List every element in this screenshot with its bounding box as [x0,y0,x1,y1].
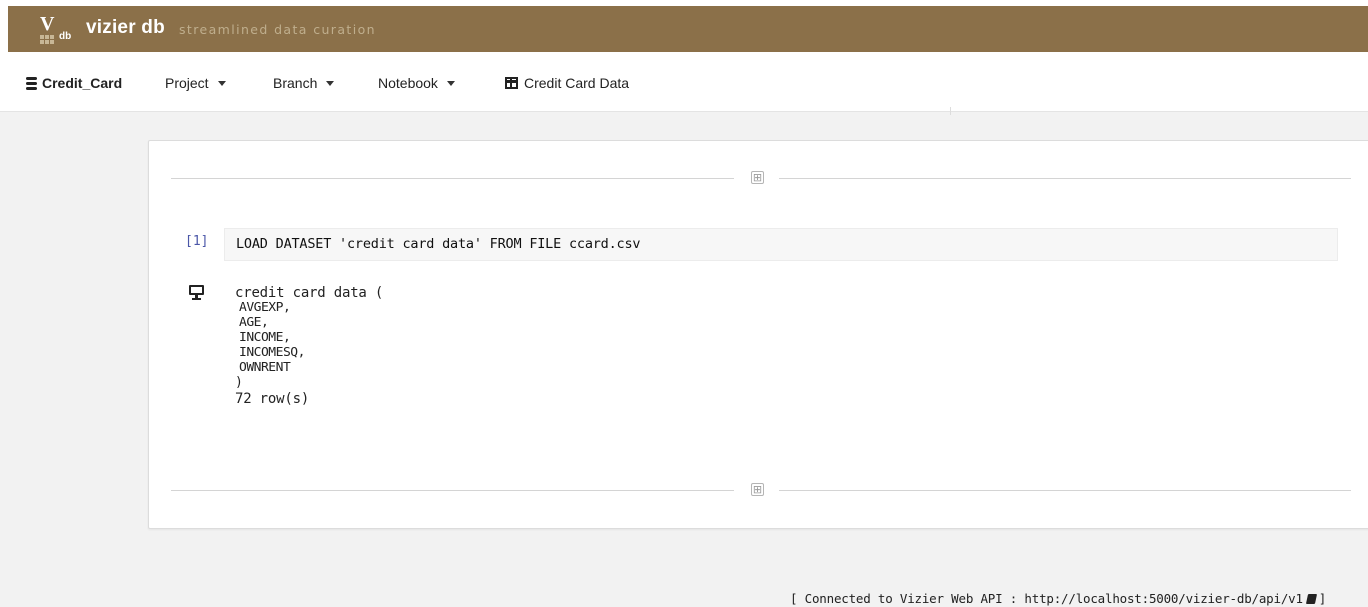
insert-cell-button[interactable]: ⊞ [751,171,764,184]
output-column: OWNRENT [239,360,291,375]
logo-square-icon [40,40,44,44]
separator-line [779,178,1351,179]
cell-command[interactable]: LOAD DATASET 'credit card data' FROM FIL… [224,228,1338,261]
project-name-link[interactable]: Credit_Card [26,75,122,91]
project-name: Credit_Card [42,75,123,91]
chevron-down-icon [326,80,335,86]
separator-line [779,490,1351,491]
logo-sub: db [59,31,72,42]
api-status-suffix: ] [1318,591,1327,606]
insert-cell-separator-bottom: ⊞ [171,483,1351,497]
app-header: V db vizier db streamlined data curation [0,0,1368,56]
output-row-count: 72 row(s) [235,391,310,407]
brand-name[interactable]: vizier db [86,17,165,39]
cell-index: [1] [185,234,209,249]
vizier-logo[interactable]: V db [38,13,74,45]
dataset-link-label: Credit Card Data [524,75,630,91]
logo-square-icon [45,40,49,44]
cell-output: credit card data ( AVGEXP, AGE, INCOME, … [235,286,383,407]
insert-cell-button[interactable]: ⊞ [751,483,764,496]
output-column: INCOMESQ, [239,345,305,360]
project-menu[interactable]: Project [165,75,226,91]
output-column: AVGEXP, [239,300,291,315]
output-column: INCOME, [239,330,291,345]
book-icon[interactable] [1305,594,1317,604]
logo-letter: V [40,13,55,35]
output-column-list: AVGEXP, AGE, INCOME, INCOMESQ, OWNRENT [236,300,384,375]
logo-square-icon [45,35,49,39]
notebook-menu-label: Notebook [378,75,438,91]
api-status-footer: [ Connected to Vizier Web API : http://l… [790,591,1326,606]
output-header: credit card data ( [235,285,384,301]
branch-menu-label: Branch [273,75,318,91]
table-icon [505,77,518,89]
api-status-text: [ Connected to Vizier Web API : http://l… [790,591,1303,606]
brand-tagline: streamlined data curation [179,22,376,37]
project-navbar: Credit_Card Project Branch Notebook Cred… [0,56,1368,112]
insert-cell-separator-top: ⊞ [171,171,1351,185]
brand-strip: V db vizier db streamlined data curation [8,6,1368,52]
dataset-link[interactable]: Credit Card Data [505,75,629,91]
separator-line [171,178,734,179]
database-icon [26,76,37,90]
logo-square-icon [50,35,54,39]
notebook-menu[interactable]: Notebook [378,75,455,91]
logo-square-icon [40,35,44,39]
desktop-icon [189,285,204,300]
chevron-down-icon [217,80,226,86]
project-menu-label: Project [165,75,209,91]
branch-menu[interactable]: Branch [273,75,335,91]
output-column: AGE, [239,315,269,330]
logo-square-icon [50,40,54,44]
divider [950,107,951,115]
output-close-paren: ) [235,375,243,390]
notebook-panel: ⊞ [1] LOAD DATASET 'credit card data' FR… [148,140,1368,529]
chevron-down-icon [446,80,455,86]
separator-line [171,490,734,491]
